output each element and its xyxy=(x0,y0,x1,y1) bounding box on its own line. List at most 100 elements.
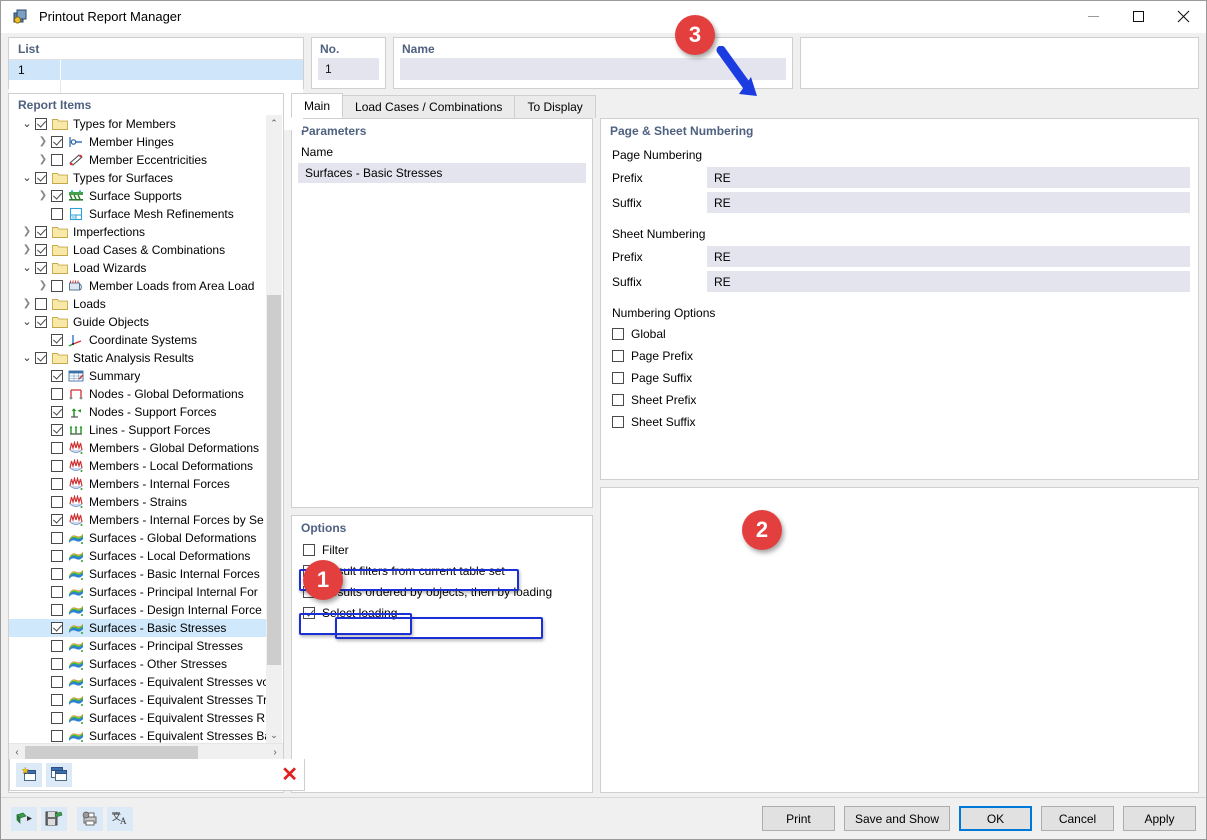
tree-item-checkbox[interactable] xyxy=(35,172,47,184)
tree-item-checkbox[interactable] xyxy=(35,316,47,328)
tree-item[interactable]: Surfaces - Global Deformations xyxy=(9,529,266,547)
tree-item[interactable]: Members - Global Deformations xyxy=(9,439,266,457)
tree-item-checkbox[interactable] xyxy=(51,658,63,670)
numbering-option-checkbox[interactable] xyxy=(612,416,624,428)
tree-item-checkbox[interactable] xyxy=(51,496,63,508)
tree-item-checkbox[interactable] xyxy=(51,550,63,562)
tree-item-checkbox[interactable] xyxy=(51,676,63,688)
tree-item-checkbox[interactable] xyxy=(51,208,63,220)
export-button[interactable] xyxy=(11,807,37,831)
tree-item[interactable]: ❯Loads xyxy=(9,295,266,313)
numbering-option-checkbox[interactable] xyxy=(612,350,624,362)
numbering-option-row[interactable]: Sheet Prefix xyxy=(601,389,1198,411)
page-prefix-input[interactable]: RE xyxy=(707,167,1190,188)
tree-item-checkbox[interactable] xyxy=(51,622,63,634)
tree-item-checkbox[interactable] xyxy=(35,352,47,364)
tree-item[interactable]: ⌄Guide Objects xyxy=(9,313,266,331)
scroll-right-icon[interactable]: › xyxy=(267,747,283,758)
tree-item[interactable]: Coordinate Systems xyxy=(9,331,266,349)
tree-item[interactable]: Surfaces - Local Deformations xyxy=(9,547,266,565)
tree-item[interactable]: Surfaces - Equivalent Stresses Ba xyxy=(9,727,266,743)
tree-item[interactable]: ⌄Types for Surfaces xyxy=(9,169,266,187)
numbering-option-row[interactable]: Page Suffix xyxy=(601,367,1198,389)
tree-item-checkbox[interactable] xyxy=(51,154,63,166)
numbering-option-row[interactable]: Page Prefix xyxy=(601,345,1198,367)
tree-item-checkbox[interactable] xyxy=(51,478,63,490)
no-input[interactable]: 1 xyxy=(318,58,379,80)
numbering-option-checkbox[interactable] xyxy=(612,372,624,384)
table-row[interactable]: 1 xyxy=(9,60,303,80)
tree-item-checkbox[interactable] xyxy=(35,244,47,256)
scroll-left-icon[interactable]: ‹ xyxy=(9,747,25,758)
numbering-option-row[interactable]: Sheet Suffix xyxy=(601,411,1198,433)
tree-item-checkbox[interactable] xyxy=(51,640,63,652)
tree-item[interactable]: Members - Internal Forces xyxy=(9,475,266,493)
chevron-down-icon[interactable]: ⌄ xyxy=(19,115,35,133)
tree-item[interactable]: Nodes - Support Forces xyxy=(9,403,266,421)
chevron-down-icon[interactable]: ⌄ xyxy=(19,313,35,331)
tree-item-checkbox[interactable] xyxy=(51,280,63,292)
tab-load-cases-combinations[interactable]: Load Cases / Combinations xyxy=(342,95,515,118)
tree-item[interactable]: Surfaces - Basic Stresses xyxy=(9,619,266,637)
delete-report-button[interactable]: ✕ xyxy=(281,762,298,787)
tree-item-checkbox[interactable] xyxy=(51,730,63,742)
sheet-prefix-input[interactable]: RE xyxy=(707,246,1190,267)
tree-item[interactable]: ⌄Types for Members xyxy=(9,115,266,133)
tree-item[interactable]: Surface Mesh Refinements xyxy=(9,205,266,223)
option-checkbox[interactable] xyxy=(303,544,315,556)
tree-item-checkbox[interactable] xyxy=(51,370,63,382)
minimize-button[interactable] xyxy=(1071,1,1116,33)
copy-report-button[interactable] xyxy=(46,763,72,787)
tree-item[interactable]: ❯Member Hinges xyxy=(9,133,266,151)
tree-item[interactable]: Members - Local Deformations xyxy=(9,457,266,475)
tab-to-display[interactable]: To Display xyxy=(514,95,595,118)
chevron-down-icon[interactable]: ⌄ xyxy=(19,349,35,367)
print-button[interactable]: Print xyxy=(762,806,835,831)
numbering-option-row[interactable]: Global xyxy=(601,323,1198,345)
tree-item[interactable]: Surfaces - Equivalent Stresses Tr xyxy=(9,691,266,709)
tree-item-checkbox[interactable] xyxy=(51,712,63,724)
tree-item[interactable]: Surfaces - Other Stresses xyxy=(9,655,266,673)
chevron-right-icon[interactable]: ❯ xyxy=(35,277,51,295)
numbering-option-checkbox[interactable] xyxy=(612,328,624,340)
tree-item[interactable]: Surfaces - Principal Internal For xyxy=(9,583,266,601)
tree-item[interactable]: Surfaces - Principal Stresses xyxy=(9,637,266,655)
scroll-thumb[interactable] xyxy=(267,295,281,665)
chevron-right-icon[interactable]: ❯ xyxy=(35,187,51,205)
chevron-right-icon[interactable]: ❯ xyxy=(35,133,51,151)
tree-item-checkbox[interactable] xyxy=(51,694,63,706)
scroll-up-icon[interactable]: ⌃ xyxy=(266,115,282,131)
page-suffix-input[interactable]: RE xyxy=(707,192,1190,213)
tree-item-checkbox[interactable] xyxy=(35,118,47,130)
chevron-down-icon[interactable]: ⌄ xyxy=(19,169,35,187)
scroll-down-icon[interactable]: ⌄ xyxy=(266,727,282,743)
tree-item-checkbox[interactable] xyxy=(51,334,63,346)
tree-item-checkbox[interactable] xyxy=(51,514,63,526)
tree-item[interactable]: Summary xyxy=(9,367,266,385)
tree-item[interactable]: Surfaces - Design Internal Force xyxy=(9,601,266,619)
numbering-option-checkbox[interactable] xyxy=(612,394,624,406)
tree-item-checkbox[interactable] xyxy=(51,604,63,616)
close-button[interactable] xyxy=(1161,1,1206,33)
tree-item-checkbox[interactable] xyxy=(51,532,63,544)
tree-item-checkbox[interactable] xyxy=(51,586,63,598)
tree-item[interactable]: Nodes - Global Deformations xyxy=(9,385,266,403)
tree-item-checkbox[interactable] xyxy=(35,226,47,238)
tree-item[interactable]: ❯Member Loads from Area Load xyxy=(9,277,266,295)
tree-item[interactable]: Surfaces - Equivalent Stresses R xyxy=(9,709,266,727)
sheet-suffix-input[interactable]: RE xyxy=(707,271,1190,292)
tree-item[interactable]: ❯Member Eccentricities xyxy=(9,151,266,169)
report-items-tree[interactable]: ⌄Types for Members❯Member Hinges❯Member … xyxy=(9,115,283,743)
tree-item-checkbox[interactable] xyxy=(51,442,63,454)
chevron-down-icon[interactable]: ⌄ xyxy=(19,259,35,277)
tree-item-checkbox[interactable] xyxy=(51,568,63,580)
ok-button[interactable]: OK xyxy=(959,806,1032,831)
option-row[interactable]: Select loading xyxy=(292,602,592,623)
option-row[interactable]: Filter xyxy=(292,539,592,560)
tree-item-checkbox[interactable] xyxy=(35,298,47,310)
tree-item-checkbox[interactable] xyxy=(51,406,63,418)
tree-item[interactable]: ❯Imperfections xyxy=(9,223,266,241)
parameters-selected-value[interactable]: Surfaces - Basic Stresses xyxy=(298,163,586,183)
tab-main[interactable]: Main xyxy=(291,93,343,118)
maximize-button[interactable] xyxy=(1116,1,1161,33)
